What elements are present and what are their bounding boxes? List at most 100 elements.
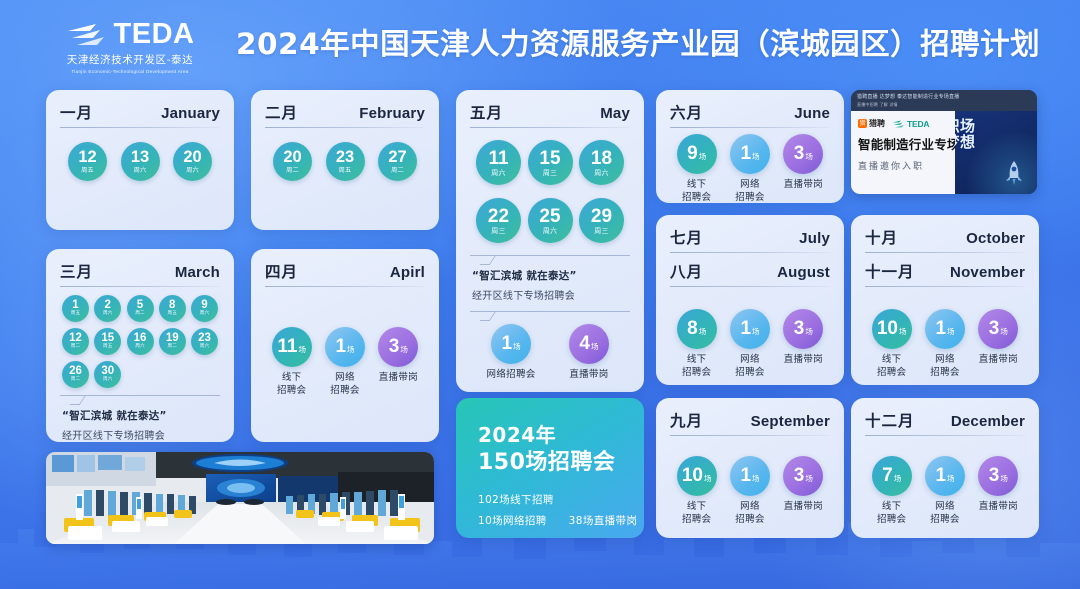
stat-value: 10: [876, 318, 898, 339]
stat-online[interactable]: 1场 网络招聘会: [919, 309, 972, 379]
month-card-july-august[interactable]: 七月 July 八月 August 8场 线下 招聘会 1场 网络 招聘会 3场 直…: [656, 215, 844, 385]
month-header-october: 十月 October: [865, 226, 1025, 252]
month-name-en-april: Apirl: [389, 264, 425, 281]
stat-list-july-august: 8场 线下 招聘会 1场 网络 招聘会 3场 直播带岗: [670, 309, 830, 379]
stat-online[interactable]: 1场 网络招聘会: [724, 134, 777, 203]
ad-headline: 智能制造行业专场: [858, 137, 960, 152]
date-chip[interactable]: 5 周二: [126, 295, 154, 322]
date-chip[interactable]: 18 周六: [579, 140, 624, 185]
stat-live[interactable]: 4场 直播带岗: [552, 324, 626, 382]
month-name-cn-september: 九月: [670, 412, 704, 430]
date-list-march: 1 周五 2 周六 5 周二 8 周五 9 周六 12 周二 15 周五 16 周六 19 周二 …: [60, 295, 220, 388]
stat-label-line2: 招聘会: [735, 513, 765, 525]
liepin-mark-icon: 猎: [858, 119, 867, 128]
month-card-january[interactable]: 一月 January 12 周五 13 周六 20 周六: [46, 90, 234, 230]
stat-circle: 10 场: [871, 309, 912, 349]
stat-label: 直播带岗: [784, 354, 823, 367]
date-weekday: 周二: [70, 344, 81, 350]
stat-live[interactable]: 3场 直播带岗: [372, 327, 425, 385]
date-chip[interactable]: 20 周六: [173, 142, 212, 181]
date-chip[interactable]: 16 周六: [126, 328, 154, 355]
date-chip[interactable]: 20 周二: [273, 142, 312, 181]
stat-live[interactable]: 3场 直播带岗: [972, 456, 1025, 514]
date-chip[interactable]: 23 周五: [325, 142, 365, 181]
divider: [265, 127, 425, 128]
stat-value: 1: [740, 143, 752, 164]
date-number: 30: [101, 364, 115, 377]
month-header-july: 七月 July: [670, 226, 830, 252]
month-name-en-february: February: [359, 105, 425, 122]
stat-live[interactable]: 3场 直播带岗: [777, 309, 830, 367]
stat-live[interactable]: 3场 直播带岗: [777, 456, 830, 514]
stat-value: 7: [882, 465, 893, 486]
stat-unit: 场: [347, 345, 355, 354]
stat-online[interactable]: 1场 网络招聘会: [919, 456, 972, 526]
date-chip[interactable]: 12 周五: [68, 142, 107, 181]
stat-label: 直播带岗: [569, 369, 608, 382]
date-number: 8: [169, 298, 176, 311]
month-name-cn-march: 三月: [60, 263, 94, 281]
month-card-september[interactable]: 九月 September 10 场 线下 招聘会 1场 网络 招聘会 3场 直播带岗: [656, 398, 844, 538]
stat-offline[interactable]: 8场 线下 招聘会: [670, 309, 723, 379]
date-chip[interactable]: 2 周六: [94, 295, 122, 322]
date-chip[interactable]: 22 周三: [476, 198, 521, 243]
stat-online[interactable]: 1场 网络 招聘会: [319, 327, 372, 397]
date-number: 20: [283, 148, 302, 167]
stat-offline[interactable]: 9场 线下 招聘会: [670, 134, 723, 203]
date-chip[interactable]: 29 周三: [579, 198, 624, 243]
month-card-february[interactable]: 二月 February 20 周二 23 周五 27 周二: [251, 90, 439, 230]
teda-logo-chinese: 天津经济技术开发区-泰达: [66, 54, 194, 66]
date-chip[interactable]: 15 周三: [527, 140, 573, 185]
divider: [60, 286, 220, 287]
month-card-march[interactable]: 三月 March 1 周五 2 周六 5 周二 8 周五 9 周六 12 周二 15 周五 1…: [46, 249, 234, 442]
stat-label-line1: 网络: [935, 354, 955, 365]
date-chip[interactable]: 26 周二: [62, 361, 89, 388]
stat-online[interactable]: 1场 网络招聘会: [474, 324, 548, 382]
stat-label: 网络招聘会: [487, 369, 536, 382]
stat-label-line1: 网络招聘会: [486, 369, 536, 380]
month-name-en-march: March: [174, 264, 220, 281]
date-chip[interactable]: 11 周六: [476, 140, 521, 185]
stat-offline[interactable]: 10 场 线下 招聘会: [865, 309, 918, 379]
date-chip[interactable]: 15 周五: [94, 328, 122, 355]
stat-offline[interactable]: 10 场 线下 招聘会: [670, 456, 723, 526]
stat-online[interactable]: 1场 网络招聘会: [724, 456, 777, 526]
stat-live[interactable]: 3场 直播带岗: [972, 309, 1025, 367]
date-chip[interactable]: 12 周二: [62, 328, 89, 355]
month-card-december[interactable]: 十二月 December 7场 线下 招聘会 1场 网络 招聘会 3场 直播带岗: [851, 398, 1039, 538]
month-card-june[interactable]: 六月 June 9场 线下 招聘会 1场 网络 招聘会 3场 直播带岗: [656, 90, 844, 203]
date-chip[interactable]: 23 周六: [191, 328, 218, 355]
month-card-may[interactable]: 五月 May 11 周六 15 周三 18 周六 22 周三 25 周六 29 周三 “智汇…: [456, 90, 644, 392]
stat-label: 直播带岗: [784, 501, 823, 514]
summary-year: 2024年: [478, 423, 557, 447]
date-list-february: 20 周二 23 周五 27 周二: [265, 142, 425, 181]
date-chip[interactable]: 9 周六: [191, 295, 218, 322]
teda-logo: TEDA 天津经济技术开发区-泰达 Tianjin Economic-Techn…: [46, 20, 214, 75]
month-card-october-november[interactable]: 十月 October 十一月 November 10 场 线下 招聘会 1场 网络招…: [851, 215, 1039, 385]
date-chip[interactable]: 13 周六: [120, 142, 160, 181]
stat-circle: 3场: [783, 309, 824, 349]
stat-list-october-november: 10 场 线下 招聘会 1场 网络 招聘会 3场 直播带岗: [865, 309, 1025, 379]
date-chip[interactable]: 25 周六: [527, 198, 573, 243]
stat-online[interactable]: 1场 网络招聘会: [724, 309, 777, 379]
stat-offline[interactable]: 11 场 线下 招聘会: [265, 327, 318, 397]
month-name-cn-july: 七月: [670, 229, 704, 247]
stat-list-december: 7场 线下 招聘会 1场 网络 招聘会 3场 直播带岗: [865, 456, 1025, 526]
stat-label-line1: 线下: [686, 179, 707, 190]
stat-circle: 3场: [378, 327, 419, 367]
date-chip[interactable]: 27 周二: [378, 142, 417, 181]
date-chip[interactable]: 1 周五: [62, 295, 89, 322]
date-weekday: 周三: [542, 168, 558, 177]
stat-live[interactable]: 3场 直播带岗: [777, 134, 830, 192]
date-number: 9: [201, 298, 208, 311]
date-chip[interactable]: 19 周二: [158, 328, 186, 355]
month-name-cn-april: 四月: [265, 263, 299, 281]
date-weekday: 周五: [167, 311, 178, 317]
month-card-april[interactable]: 四月 Apirl 11 场 线下 招聘会 1场 网络 招聘会 3 场 直播带岗: [251, 249, 439, 442]
date-chip[interactable]: 30 周六: [94, 361, 122, 388]
stat-circle: 7场: [871, 456, 912, 496]
date-chip[interactable]: 8 周五: [158, 295, 186, 322]
summary-card[interactable]: 2024年 150场招聘会 102场线下招聘 10场网络招聘 38场直播带岗: [456, 398, 644, 538]
live-stream-ad-banner[interactable]: 猎聘直播 达梦想 泰达智能制造行业专场直播 直播中招聘 了解 详情 猎 猎聘 T…: [851, 90, 1037, 194]
stat-offline[interactable]: 7场 线下 招聘会: [865, 456, 918, 526]
